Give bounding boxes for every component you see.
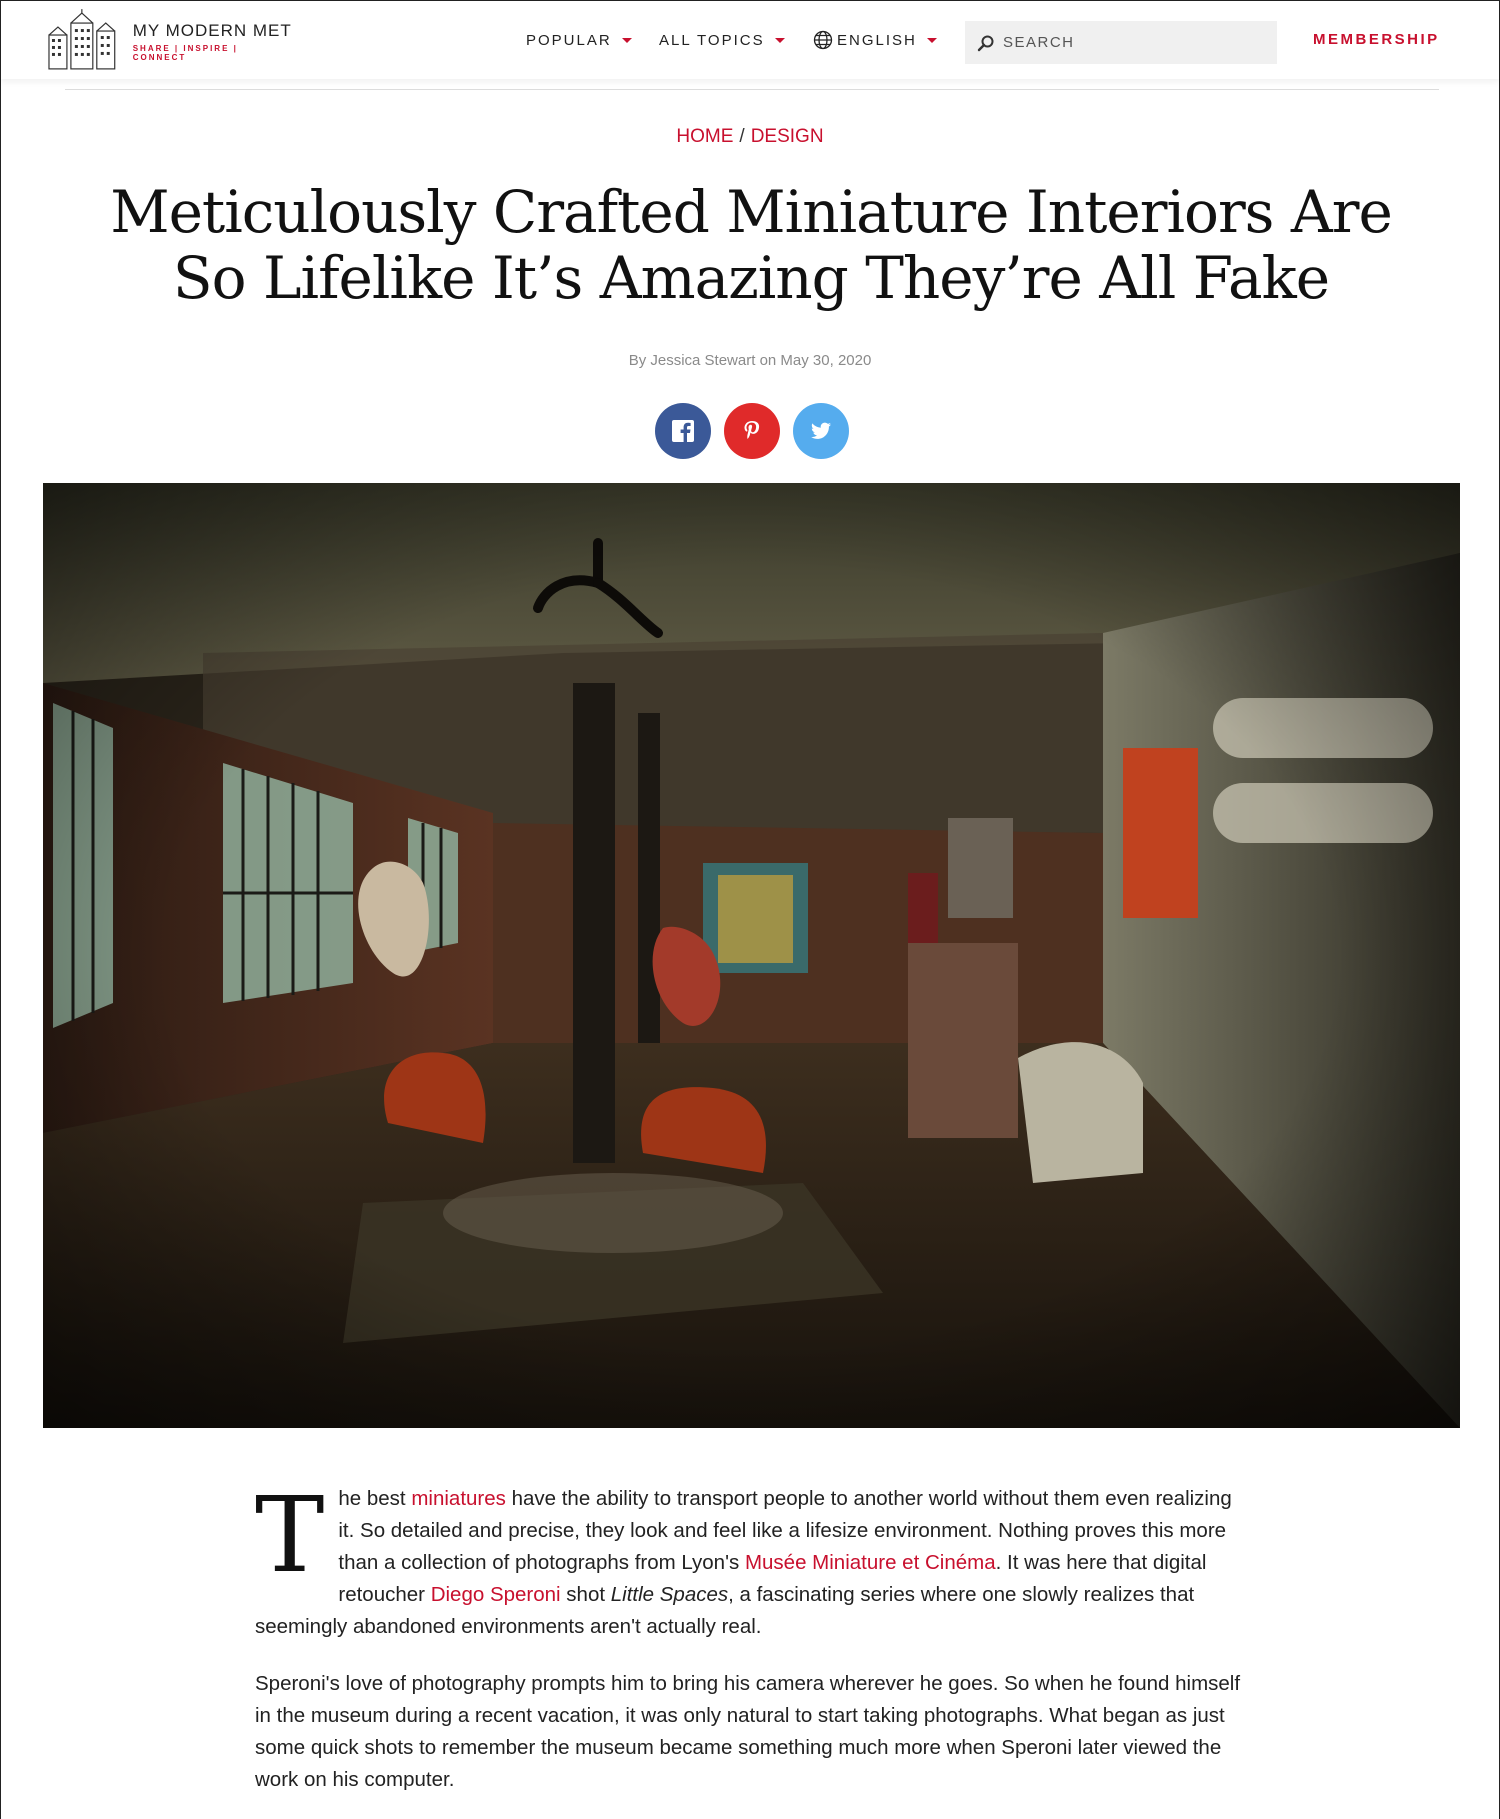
article-title: Meticulously Crafted Miniature Interiors… xyxy=(110,178,1393,312)
logo-wordmark: MY MODERN MET SHARE | INSPIRE | CONNECT xyxy=(133,21,295,62)
twitter-icon xyxy=(811,422,831,439)
nav-popular[interactable]: POPULAR xyxy=(526,27,632,53)
search-input[interactable] xyxy=(1003,34,1263,51)
facebook-icon xyxy=(672,420,694,442)
article-paragraph-1: The best miniatures have the ability to … xyxy=(255,1483,1241,1643)
caret-down-icon xyxy=(774,37,785,43)
site-logo[interactable]: MY MODERN MET SHARE | INSPIRE | CONNECT xyxy=(45,9,295,73)
pinterest-share-button[interactable] xyxy=(724,403,780,459)
breadcrumb-home[interactable]: HOME xyxy=(676,126,733,147)
nav-all-topics-label: ALL TOPICS xyxy=(659,31,765,49)
logo-name: MY MODERN MET xyxy=(132,20,292,40)
nav-language[interactable]: ENGLISH xyxy=(813,27,937,53)
paragraph-text: he best xyxy=(338,1487,412,1510)
nav-all-topics[interactable]: ALL TOPICS xyxy=(659,27,785,53)
miniature-interior-photo xyxy=(43,483,1460,1428)
city-skyline-logo-icon xyxy=(48,9,116,70)
globe-icon xyxy=(813,30,833,50)
hero-image xyxy=(43,483,1460,1428)
header-divider xyxy=(65,89,1439,90)
breadcrumb-design[interactable]: DESIGN xyxy=(751,126,824,147)
caret-down-icon xyxy=(621,37,632,43)
nav-language-label: ENGLISH xyxy=(837,31,917,49)
facebook-share-button[interactable] xyxy=(655,403,711,459)
membership-link[interactable]: MEMBERSHIP xyxy=(1313,31,1440,48)
breadcrumb: HOME / DESIGN xyxy=(1,126,1499,148)
share-buttons xyxy=(655,403,849,459)
breadcrumb-separator: / xyxy=(739,126,745,147)
site-header: MY MODERN MET SHARE | INSPIRE | CONNECT … xyxy=(1,1,1499,79)
link-musee-miniature[interactable]: Musée Miniature et Cinéma xyxy=(745,1551,996,1574)
caret-down-icon xyxy=(926,37,937,43)
pinterest-icon xyxy=(744,421,760,439)
twitter-share-button[interactable] xyxy=(793,403,849,459)
search-box[interactable] xyxy=(965,21,1277,64)
nav-popular-label: POPULAR xyxy=(526,31,612,49)
series-title: Little Spaces xyxy=(610,1583,729,1606)
article-byline: By Jessica Stewart on May 30, 2020 xyxy=(628,352,872,369)
search-icon xyxy=(977,35,994,51)
link-miniatures[interactable]: miniatures xyxy=(411,1487,506,1510)
paragraph-text: shot xyxy=(560,1583,611,1606)
article-body: The best miniatures have the ability to … xyxy=(255,1483,1241,1819)
logo-tagline: SHARE | INSPIRE | CONNECT xyxy=(132,43,238,62)
article-paragraph-2: Speroni's love of photography prompts hi… xyxy=(255,1672,1241,1791)
drop-cap: T xyxy=(255,1474,325,1596)
link-diego-speroni[interactable]: Diego Speroni xyxy=(431,1583,561,1606)
